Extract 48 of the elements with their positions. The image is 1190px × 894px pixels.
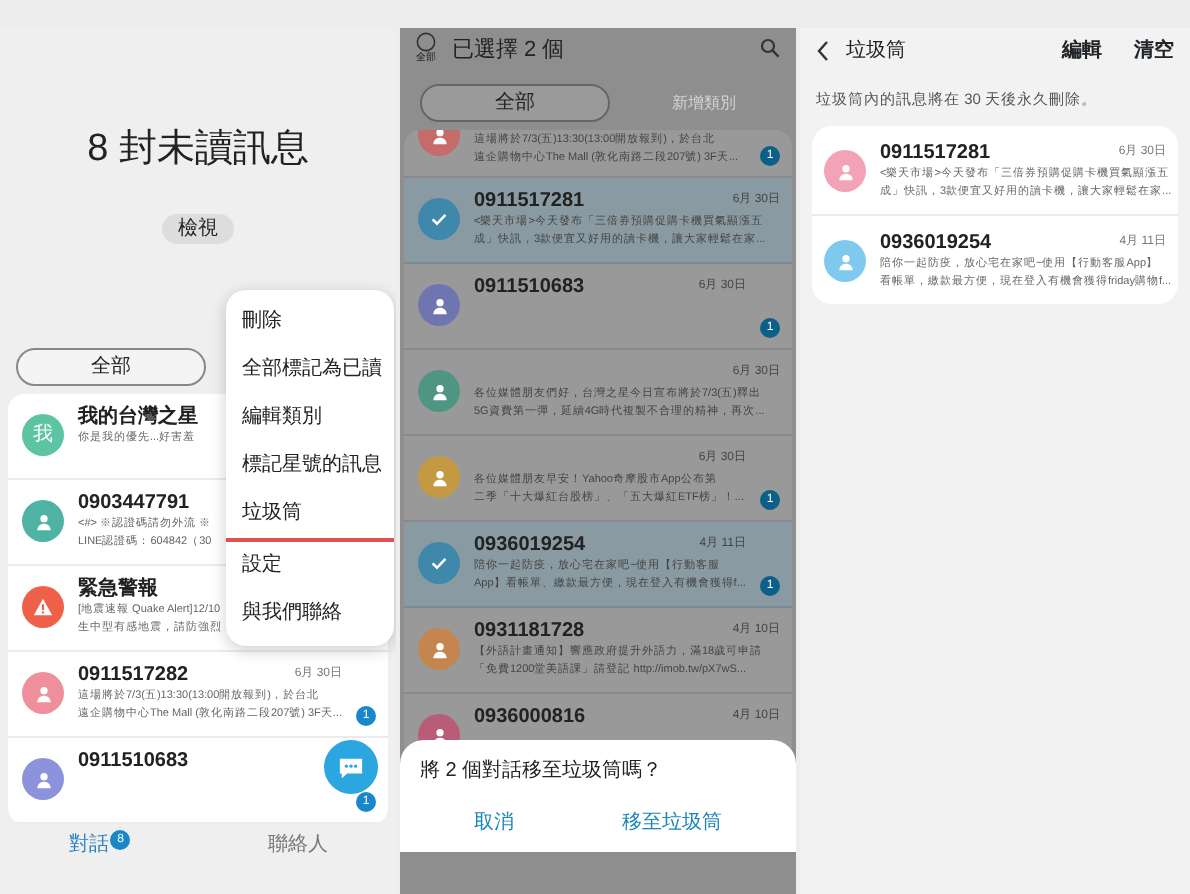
select-all-checkbox[interactable] — [416, 32, 436, 52]
contact-name: 0911517281 — [474, 188, 585, 214]
menu-item[interactable]: 垃圾筒 — [226, 490, 394, 542]
unread-heading: 8 封未讀訊息 — [87, 126, 309, 174]
menu-item[interactable]: 刪除 — [226, 298, 394, 346]
contact-name: 0936000816 — [474, 704, 586, 730]
check-icon — [428, 208, 450, 230]
contact-name: 我的台灣之星 — [78, 404, 198, 430]
bottom-tab[interactable]: 聯絡人 — [267, 830, 328, 860]
bottom-tab[interactable]: 對話 — [68, 830, 109, 860]
dialog-button[interactable]: 移至垃圾筒 — [620, 806, 724, 840]
search-icon — [760, 38, 780, 58]
person-icon — [429, 295, 449, 315]
person-icon — [429, 381, 449, 401]
person-icon — [429, 130, 449, 145]
contact-name: 緊急警報 — [78, 576, 158, 602]
contact-name: 0903447791 — [78, 490, 190, 516]
filter-chip[interactable]: 全部 — [420, 84, 610, 122]
dialog-button[interactable]: 取消 — [472, 806, 516, 840]
warning-icon — [32, 596, 54, 618]
person-icon — [835, 251, 855, 272]
contact-name: 0931181728 — [474, 618, 585, 644]
person-icon — [33, 683, 53, 703]
selection-title: 已選擇 2 個 — [452, 36, 565, 66]
dialog-message: 將 2 個對話移至垃圾筒嗎？ — [420, 757, 665, 786]
menu-item[interactable]: 全部標記為已讀 — [226, 346, 394, 394]
header-action[interactable]: 編輯 — [1062, 35, 1102, 65]
contact-name: 0936019254 — [880, 230, 992, 257]
person-icon — [33, 511, 53, 531]
person-icon — [33, 769, 53, 789]
view-button[interactable]: 檢視 — [162, 213, 234, 243]
check-icon — [428, 552, 450, 574]
contact-name: 0911517281 — [880, 140, 991, 167]
back-icon[interactable] — [816, 39, 830, 61]
contact-name: 0911510683 — [474, 274, 585, 300]
person-icon — [429, 639, 449, 659]
page-title: 垃圾筒 — [846, 37, 906, 65]
contact-name: 0936019254 — [474, 532, 586, 558]
contact-name: 0911510683 — [78, 748, 189, 774]
header-action[interactable]: 清空 — [1134, 35, 1174, 65]
chat-icon — [338, 755, 364, 779]
person-icon — [835, 161, 855, 182]
menu-item[interactable]: 與我們聯絡 — [226, 590, 394, 638]
menu-item[interactable]: 編輯類別 — [226, 394, 394, 442]
person-icon — [429, 467, 449, 487]
avatar-initial: 我 — [22, 414, 64, 456]
contact-name: 0911517282 — [78, 662, 189, 688]
filter-chip[interactable]: 全部 — [16, 348, 206, 386]
